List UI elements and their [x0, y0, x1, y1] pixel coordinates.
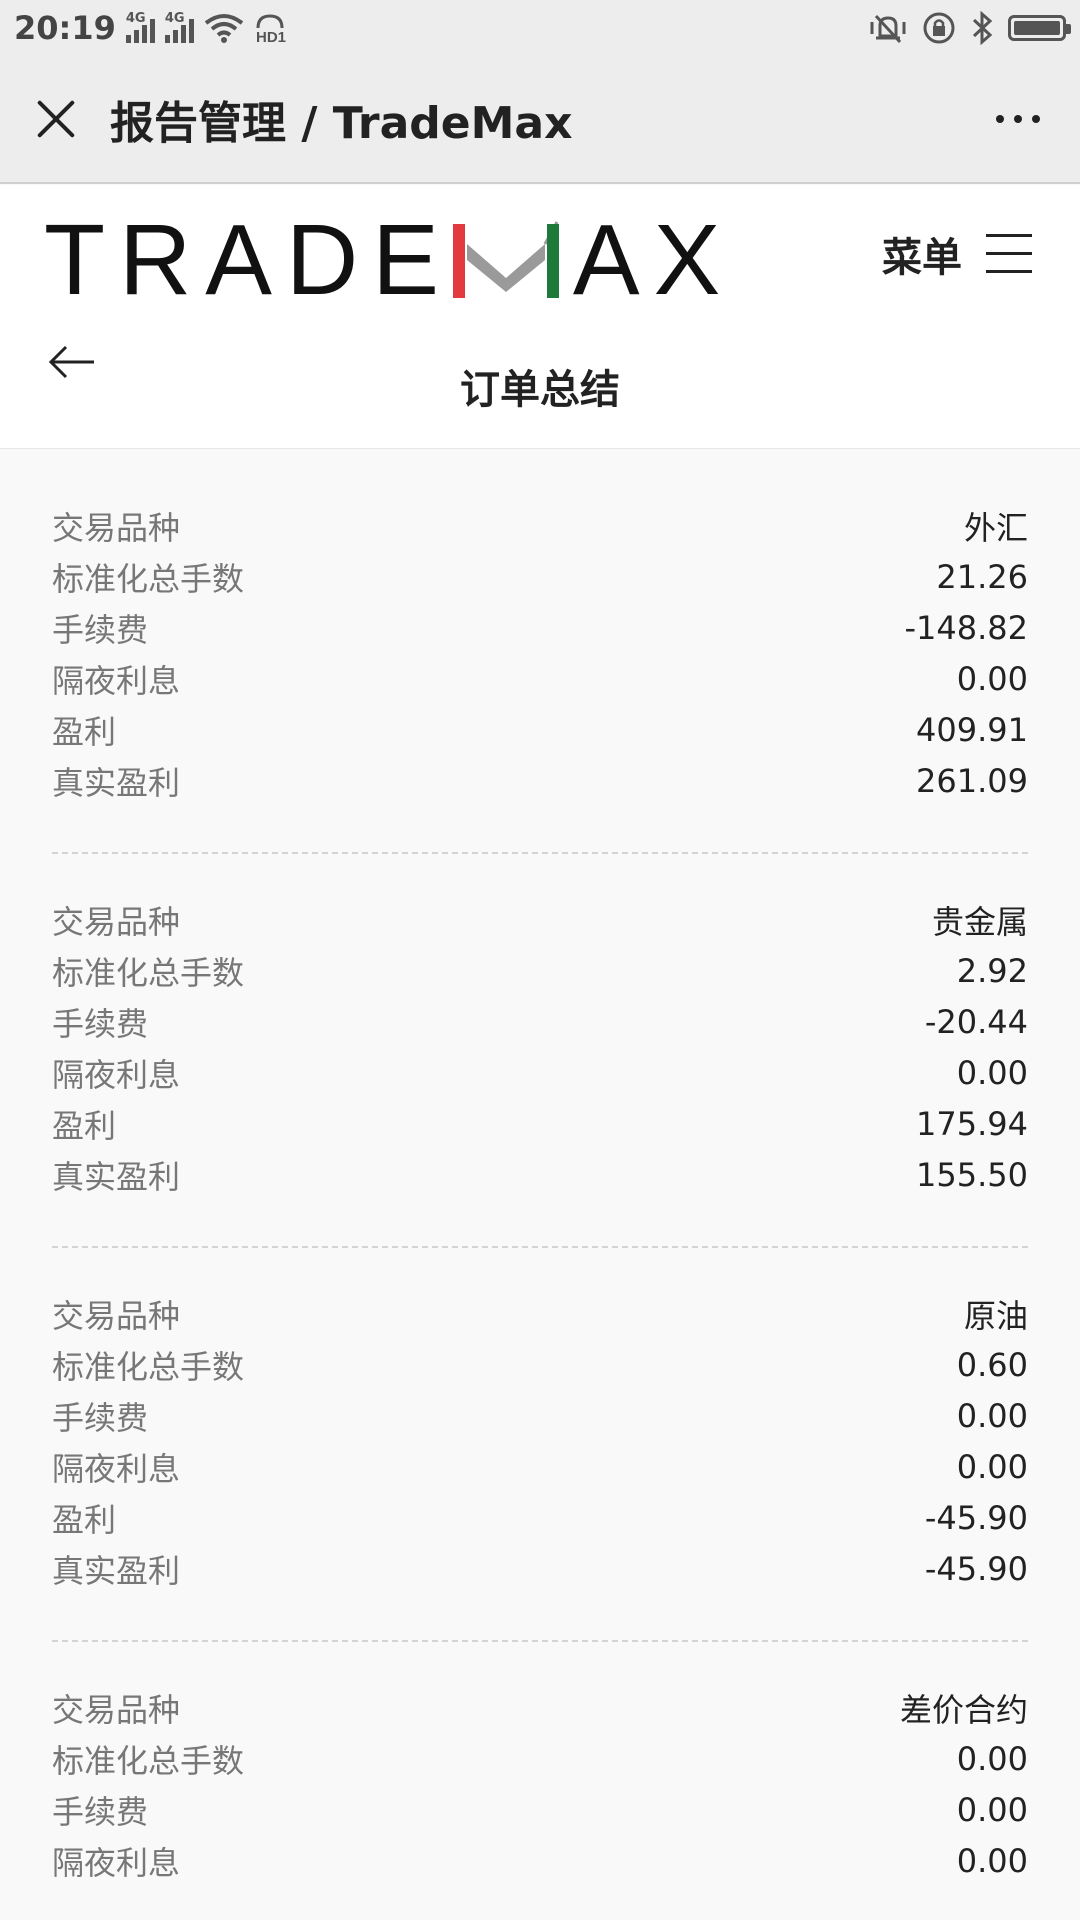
close-icon[interactable]: [34, 98, 76, 140]
vibrate-icon: [870, 14, 906, 44]
network-type-1: 4G: [125, 11, 146, 26]
summary-row: 标准化总手数 0.60: [52, 1345, 1028, 1386]
menu-label: 菜单: [882, 235, 962, 281]
summary-group: 交易品种 贵金属 标准化总手数 2.92 手续费 -20.44 隔夜利息 0.00 盈利…: [52, 852, 1028, 1246]
summary-row: 标准化总手数 2.92: [52, 951, 1028, 992]
order-summary: 交易品种 外汇 标准化总手数 21.26 手续费 -148.82 隔夜利息 0.00 盈…: [52, 500, 1028, 1920]
summary-row: 盈利 409.91: [52, 710, 1028, 751]
wifi-icon: [204, 14, 244, 43]
signal-icon: 4G: [125, 11, 155, 43]
trademax-logo[interactable]: TRADE AX: [44, 204, 734, 316]
summary-row: 真实盈利 155.50: [52, 1155, 1028, 1196]
summary-row: 交易品种 原油: [52, 1296, 1028, 1335]
summary-row: 真实盈利 261.09: [52, 761, 1028, 802]
more-options-icon[interactable]: [996, 115, 1040, 123]
hd-icon: HD1: [256, 14, 286, 44]
bluetooth-icon: [972, 11, 993, 45]
summary-group: 交易品种 差价合约 标准化总手数 0.00 手续费 0.00 隔夜利息 0.00: [52, 1640, 1028, 1920]
logo-m-mark: [452, 220, 559, 300]
network-type-2: 4G: [164, 11, 185, 26]
summary-row: 交易品种 差价合约: [52, 1690, 1028, 1729]
summary-row: 隔夜利息 0.00: [52, 1447, 1028, 1488]
window-title: 报告管理 / TradeMax: [110, 98, 573, 149]
summary-row: 真实盈利 -45.90: [52, 1549, 1028, 1590]
status-left: 20:19 4G 4G HD1: [14, 9, 306, 47]
menu-icon: [982, 232, 1032, 276]
summary-row: 隔夜利息 0.00: [52, 659, 1028, 700]
summary-row: 盈利 175.94: [52, 1104, 1028, 1145]
summary-row: 交易品种 贵金属: [52, 902, 1028, 941]
summary-row: 标准化总手数 21.26: [52, 557, 1028, 598]
logo-text-right: AX: [572, 203, 735, 316]
hd-label: HD1: [256, 29, 286, 44]
logo-text-left: TRADE: [44, 203, 453, 316]
summary-group: 交易品种 外汇 标准化总手数 21.26 手续费 -148.82 隔夜利息 0.00 盈…: [52, 500, 1028, 852]
menu-button[interactable]: 菜单: [882, 225, 1032, 283]
summary-row: 隔夜利息 0.00: [52, 1841, 1028, 1882]
summary-row: 标准化总手数 0.00: [52, 1739, 1028, 1780]
battery-icon: [1008, 15, 1071, 41]
battery-fill: [1014, 21, 1060, 35]
site-header: TRADE AX 菜单 订单总结: [0, 185, 1080, 449]
summary-row: 手续费 -148.82: [52, 608, 1028, 649]
summary-row: 盈利 -45.90: [52, 1498, 1028, 1539]
summary-row: 手续费 0.00: [52, 1790, 1028, 1831]
title-bar: 报告管理 / TradeMax: [0, 56, 1080, 184]
summary-row: 隔夜利息 0.00: [52, 1053, 1028, 1094]
rotation-lock-icon: [923, 12, 955, 44]
summary-row: 手续费 0.00: [52, 1396, 1028, 1437]
status-time: 20:19: [14, 9, 116, 47]
status-bar: 20:19 4G 4G HD1: [0, 0, 1080, 56]
status-right: [868, 11, 1071, 45]
summary-row: 交易品种 外汇: [52, 508, 1028, 547]
summary-group: 交易品种 原油 标准化总手数 0.60 手续费 0.00 隔夜利息 0.00 盈利 -45…: [52, 1246, 1028, 1640]
page-title: 订单总结: [460, 367, 620, 413]
summary-row: 手续费 -20.44: [52, 1002, 1028, 1043]
signal-icon-2: 4G: [164, 11, 194, 43]
